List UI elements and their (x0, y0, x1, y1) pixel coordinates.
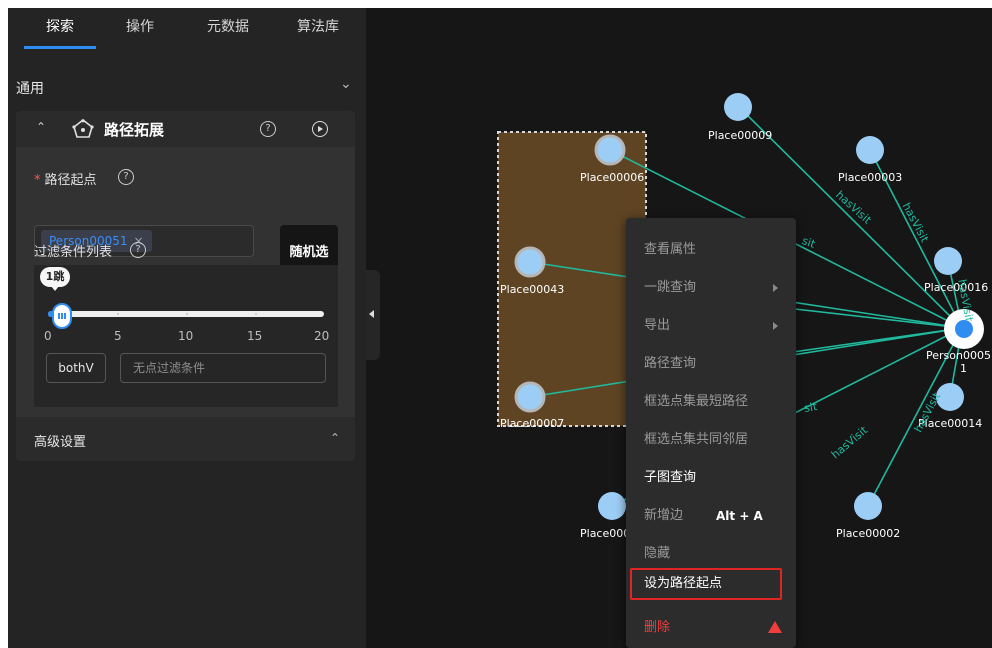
highlight-box (630, 568, 782, 600)
app-root: 探索 操作 元数据 算法库 通用 ⌄ ⌃ 路径拓展 ? * 路径起点 ? Per… (8, 8, 992, 648)
menu-label: 子图查询 (644, 470, 697, 485)
slider-value-tooltip: 1跳 (40, 267, 70, 291)
node-label: Place00003 (838, 171, 903, 184)
advanced-settings-toggle[interactable]: 高级设置 (34, 431, 86, 450)
card-header: ⌃ 路径拓展 ? (16, 111, 355, 147)
node-place00007[interactable] (514, 381, 546, 413)
run-icon[interactable] (312, 121, 328, 137)
menu-label: 新增边 (644, 508, 684, 523)
node-filter-input[interactable]: 无点过滤条件 (120, 353, 326, 383)
add-edge-shortcut: Alt + A (716, 509, 763, 523)
tick-mark (117, 313, 119, 315)
node-label: Place00006 (580, 171, 645, 184)
tick-label: 5 (114, 329, 122, 343)
node-label: Place00009 (708, 129, 773, 142)
node-label: Place00007 (500, 417, 565, 430)
center-node-dot (955, 320, 973, 338)
grip-icon (57, 313, 66, 319)
warning-icon (768, 621, 782, 648)
menu-path-query[interactable]: 路径查询 (626, 346, 796, 382)
slider-handle[interactable] (51, 303, 72, 329)
submenu-arrow-icon (773, 284, 778, 292)
tab-metadata[interactable]: 元数据 (188, 8, 268, 48)
menu-label: 一跳查询 (644, 280, 697, 295)
menu-subgraph-query[interactable]: 子图查询 (626, 460, 796, 496)
filter-label: 过滤条件列表 (34, 245, 113, 260)
menu-label: 导出 (644, 318, 671, 333)
menu-view-properties[interactable]: 查看属性 (626, 232, 796, 268)
menu-delete[interactable]: 删除 (626, 610, 796, 648)
context-menu: 查看属性 一跳查询 导出 路径查询 框选点集最短路径 框选点集共同邻居 子图查询… (626, 218, 796, 648)
menu-label: 路径查询 (644, 356, 697, 371)
menu-common-neighbors[interactable]: 框选点集共同邻居 (626, 422, 796, 458)
tick-mark (255, 313, 257, 315)
tick-label: 15 (247, 329, 263, 343)
node-place00043[interactable] (514, 246, 546, 278)
filter-help-icon[interactable]: ? (130, 242, 146, 258)
menu-hide[interactable]: 隐藏 (626, 536, 796, 572)
side-panel: 探索 操作 元数据 算法库 通用 ⌄ ⌃ 路径拓展 ? * 路径起点 ? Per… (8, 8, 366, 648)
node-label: Person0005 (926, 349, 991, 362)
menu-label: 删除 (644, 620, 671, 635)
menu-export[interactable]: 导出 (626, 308, 796, 344)
edge-label: sit (802, 399, 819, 416)
menu-shortest-path[interactable]: 框选点集最短路径 (626, 384, 796, 420)
direction-select[interactable]: bothV (46, 353, 106, 383)
section-general-title[interactable]: 通用 (16, 78, 44, 98)
chevron-down-icon[interactable]: ⌄ (340, 76, 352, 92)
collapse-caret-icon[interactable]: ⌃ (36, 120, 46, 134)
menu-add-edge[interactable]: 新增边 Alt + A (626, 498, 796, 534)
node-place00006[interactable] (594, 134, 626, 166)
edge (785, 307, 963, 329)
node-label: Place000 (580, 527, 631, 540)
tick-label: 10 (178, 329, 194, 343)
active-tab-indicator (24, 46, 96, 49)
start-label-wrap: * 路径起点 (34, 169, 97, 188)
menu-label: 框选点集共同邻居 (644, 432, 749, 447)
tick-mark (186, 313, 188, 315)
node-label: 1 (960, 362, 967, 375)
menu-label: 隐藏 (644, 546, 671, 561)
tab-operations[interactable]: 操作 (108, 8, 172, 48)
path-expand-card: ⌃ 路径拓展 ? * 路径起点 ? Person00051 × 随机选 过滤条件… (16, 111, 355, 461)
menu-one-hop-query[interactable]: 一跳查询 (626, 270, 796, 306)
tab-explore[interactable]: 探索 (24, 8, 96, 48)
start-label: 路径起点 (44, 173, 97, 188)
node-label: Place00043 (500, 283, 565, 296)
node-place000-partial[interactable] (598, 492, 626, 520)
node-label: Place00002 (836, 527, 901, 540)
node-place00009[interactable] (724, 93, 752, 121)
chevron-up-icon[interactable]: ⌃ (330, 431, 340, 445)
tick-label: 0 (44, 329, 52, 343)
help-icon[interactable]: ? (260, 121, 276, 137)
node-place00003[interactable] (856, 136, 884, 164)
tab-algorithms[interactable]: 算法库 (282, 8, 354, 48)
required-star: * (34, 173, 41, 188)
tab-bar: 探索 操作 元数据 算法库 (8, 8, 366, 49)
path-expand-icon (72, 119, 94, 138)
card-title: 路径拓展 (104, 121, 165, 139)
submenu-arrow-icon (773, 322, 778, 330)
node-place00002[interactable] (854, 492, 882, 520)
hop-slider-panel: 1跳 0 5 10 15 20 bothV 无点过滤条件 (34, 265, 338, 407)
menu-label: 框选点集最短路径 (644, 394, 749, 409)
start-help-icon[interactable]: ? (118, 169, 134, 185)
node-place00016[interactable] (934, 247, 962, 275)
menu-label: 查看属性 (644, 242, 697, 257)
tick-label: 20 (314, 329, 330, 343)
